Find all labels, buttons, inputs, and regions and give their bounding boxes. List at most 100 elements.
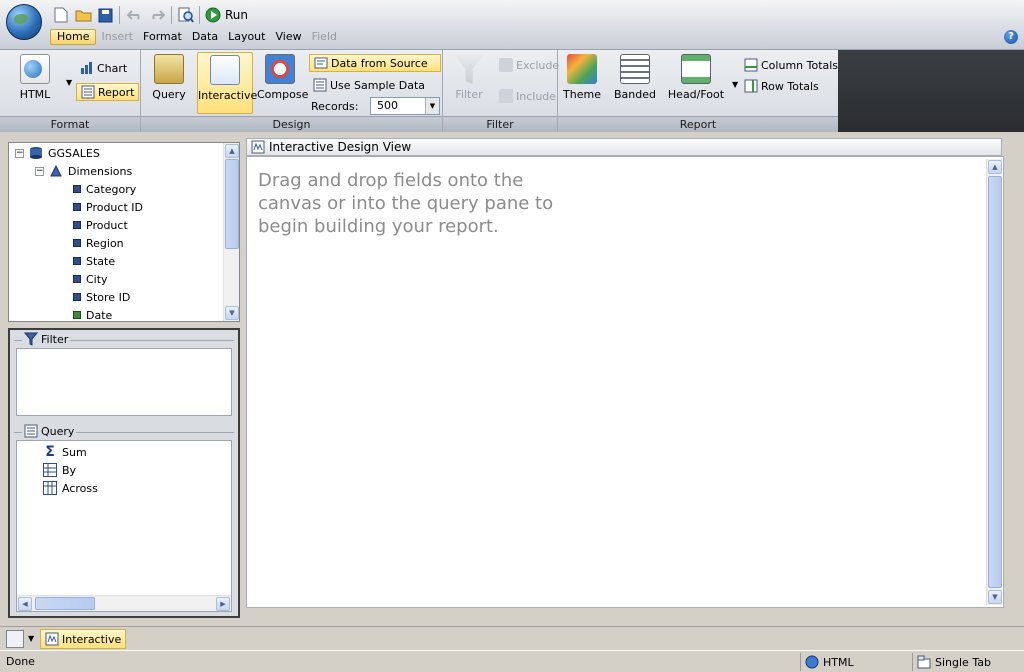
filter-pane-header: Filter (22, 332, 71, 346)
tree-field-state[interactable]: State (73, 252, 115, 270)
date-field-icon (73, 311, 81, 319)
report-group-label: Report (558, 116, 838, 132)
column-totals-button[interactable]: Column Totals (744, 56, 838, 74)
tree-field-city[interactable]: City (73, 270, 108, 288)
query-item-by[interactable]: By (43, 461, 76, 479)
report-dropdown-arrow-icon[interactable]: ▼ (732, 80, 738, 89)
view-switcher-arrow-icon[interactable]: ▼ (28, 634, 34, 643)
headfoot-icon (681, 54, 711, 84)
run-button[interactable]: Run (205, 5, 248, 25)
theme-button-label: Theme (563, 88, 601, 101)
status-mode: Single Tab (912, 653, 1022, 671)
filter-button-label: Filter (455, 88, 483, 101)
tree-folder-dimensions[interactable]: − Dimensions (35, 162, 132, 180)
preview-icon[interactable] (177, 6, 195, 24)
headfoot-button[interactable]: Head/Foot (666, 54, 726, 106)
include-icon (499, 89, 513, 103)
app-logo-icon[interactable] (6, 4, 42, 40)
ribbon: HTML ▼ Chart Report Format Query Interac… (0, 50, 1024, 132)
design-group-label: Design (141, 116, 442, 132)
scroll-down-icon[interactable]: ▼ (988, 590, 1002, 604)
banded-button[interactable]: Banded (612, 54, 658, 106)
collapse-icon[interactable]: − (15, 148, 24, 158)
menu-insert: Insert (101, 30, 134, 43)
tree-scrollbar[interactable]: ▲ ▼ (223, 143, 239, 321)
compose-button[interactable]: Compose (257, 54, 308, 106)
new-icon[interactable] (52, 6, 70, 24)
tree-field-store-id[interactable]: Store ID (73, 288, 130, 306)
records-select[interactable]: 500 ▼ (370, 97, 440, 115)
tree-field-product-id[interactable]: Product ID (73, 198, 143, 216)
title-bar: Run Home Insert Format Data Layout View … (0, 0, 1024, 50)
save-icon[interactable] (96, 6, 114, 24)
chevron-down-icon: ▼ (425, 98, 439, 114)
scroll-right-icon[interactable]: ▶ (216, 597, 230, 611)
tree-field-category[interactable]: Category (73, 180, 136, 198)
records-label: Records: (311, 99, 359, 113)
query-pane-header: Query (22, 424, 77, 438)
scroll-thumb[interactable] (225, 159, 239, 249)
menu-home[interactable]: Home (50, 29, 97, 45)
filter-query-pane: Filter Query Σ Sum By Across ◀ ▶ (8, 328, 240, 618)
filter-drop-area[interactable] (16, 348, 232, 416)
report-button[interactable]: Report (76, 83, 140, 101)
collapse-icon[interactable]: − (35, 166, 44, 176)
view-switcher-icon[interactable] (6, 630, 24, 648)
redo-icon[interactable] (148, 6, 166, 24)
menu-format[interactable]: Format (138, 29, 187, 45)
status-mode-label: Single Tab (935, 655, 991, 669)
dimension-field-icon (73, 293, 81, 301)
interactive-button[interactable]: Interactive (197, 52, 257, 114)
sigma-icon: Σ (45, 444, 55, 460)
tree-root-ggsales[interactable]: − GGSALES (15, 144, 100, 162)
menu-data[interactable]: Data (187, 29, 223, 45)
tree-root-label: GGSALES (48, 146, 100, 160)
compose-icon (265, 54, 295, 84)
menu-bar: Home Insert Format Data Layout View Fiel… (50, 28, 342, 46)
banded-icon (620, 54, 650, 84)
format-dropdown-arrow-icon[interactable]: ▼ (66, 78, 72, 87)
sample-data-icon (313, 78, 327, 92)
tree-field-label: Date (86, 308, 113, 322)
ribbon-group-filter: Filter Exclude Include Filter (443, 50, 559, 132)
scroll-left-icon[interactable]: ◀ (18, 597, 32, 611)
tree-field-label: Region (86, 236, 124, 250)
undo-icon[interactable] (126, 6, 144, 24)
status-bar: Done HTML Single Tab (0, 650, 1024, 672)
query-drop-area[interactable]: Σ Sum By Across ◀ ▶ (16, 440, 232, 612)
chart-button[interactable]: Chart (80, 59, 127, 77)
scroll-down-icon[interactable]: ▼ (225, 306, 239, 320)
menu-layout[interactable]: Layout (223, 29, 270, 45)
help-icon[interactable]: ? (1004, 30, 1018, 44)
theme-icon (567, 54, 597, 84)
design-canvas[interactable]: Drag and drop fields onto the canvas or … (246, 156, 1004, 608)
tree-field-product[interactable]: Product (73, 216, 128, 234)
canvas-title: Interactive Design View (269, 140, 412, 154)
html-button[interactable]: HTML (10, 54, 60, 106)
data-tree-pane: − GGSALES − Dimensions Category Product … (8, 142, 240, 322)
row-totals-icon (744, 79, 758, 93)
scroll-thumb[interactable] (988, 176, 1002, 588)
scroll-thumb[interactable] (35, 597, 95, 610)
query-hscrollbar[interactable]: ◀ ▶ (17, 595, 231, 611)
tab-interactive[interactable]: Interactive (40, 629, 127, 649)
dimensions-icon (50, 164, 62, 177)
menu-view[interactable]: View (270, 29, 306, 45)
tree-field-region[interactable]: Region (73, 234, 124, 252)
tree-field-date[interactable]: Date (73, 306, 112, 324)
canvas-header: Interactive Design View (246, 138, 1002, 156)
tree-field-label: City (86, 272, 108, 286)
database-icon (30, 147, 42, 159)
data-from-source-button[interactable]: Data from Source (309, 54, 441, 72)
row-totals-button[interactable]: Row Totals (744, 77, 819, 95)
canvas-scrollbar[interactable]: ▲ ▼ (986, 159, 1002, 605)
query-button[interactable]: Query (149, 54, 189, 106)
use-sample-data-button[interactable]: Use Sample Data (313, 76, 425, 94)
query-item-across[interactable]: Across (43, 479, 98, 497)
open-icon[interactable] (74, 6, 92, 24)
filter-pane-title: Filter (41, 332, 69, 346)
theme-button[interactable]: Theme (562, 54, 602, 106)
query-item-sum[interactable]: Σ Sum (43, 443, 86, 461)
scroll-up-icon[interactable]: ▲ (988, 160, 1002, 174)
scroll-up-icon[interactable]: ▲ (225, 144, 239, 158)
